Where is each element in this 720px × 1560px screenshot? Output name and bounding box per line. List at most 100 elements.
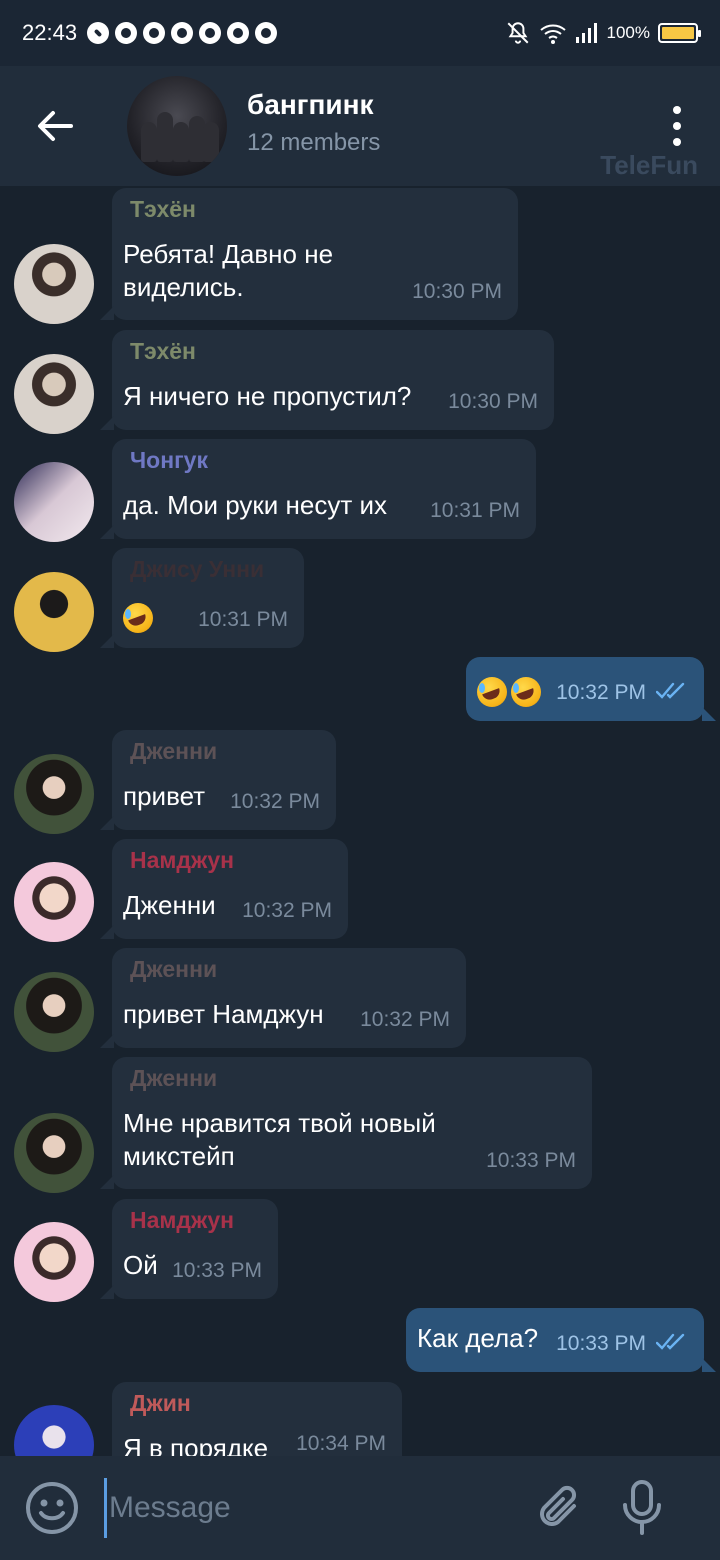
- sender-name[interactable]: Чонгук: [130, 447, 208, 474]
- message-line: виделись.: [123, 272, 244, 302]
- message-time: 10:30 PM: [412, 280, 502, 303]
- chrome-icon: [115, 22, 138, 44]
- sender-name[interactable]: Дженни: [130, 1065, 217, 1092]
- sender-avatar[interactable]: [14, 354, 94, 434]
- sender-name[interactable]: Тэхён: [130, 338, 196, 365]
- message-text: [477, 674, 545, 708]
- chrome-icon: [199, 22, 222, 44]
- bubble-tail: [100, 416, 114, 430]
- rofl-emoji-icon: [477, 677, 507, 708]
- sender-name[interactable]: Намджун: [130, 1207, 234, 1234]
- rofl-emoji-icon: [511, 677, 541, 708]
- bubble-tail: [100, 634, 114, 648]
- microphone-button[interactable]: [612, 1478, 672, 1538]
- outgoing-message[interactable]: 10:32 PM: [466, 657, 716, 721]
- microphone-icon: [623, 1480, 661, 1535]
- sender-avatar[interactable]: [14, 862, 94, 942]
- mute-icon: [507, 22, 528, 44]
- input-bar: [0, 1456, 720, 1560]
- signal-icon: [575, 23, 597, 43]
- message-time: 10:30 PM: [448, 390, 538, 413]
- message-time: 10:32 PM: [556, 681, 646, 704]
- sender-name[interactable]: Дженни: [130, 738, 217, 765]
- message-line: да. Мои руки несут их: [123, 490, 387, 520]
- chat-title: бангпинк: [247, 89, 374, 120]
- emoji-button[interactable]: [0, 1456, 104, 1560]
- bubble-tail: [100, 925, 114, 939]
- incoming-message[interactable]: Тэхён Ребята! Давно не виделись. 10:30 PM: [100, 188, 518, 320]
- sender-name[interactable]: Дженни: [130, 956, 217, 983]
- message-text: Дженни: [123, 889, 216, 922]
- message-time: 10:31 PM: [430, 499, 520, 522]
- more-menu-button[interactable]: [662, 106, 692, 146]
- header-text[interactable]: бангпинк 12 members: [247, 89, 381, 157]
- battery-percent: 100%: [606, 23, 650, 42]
- message-time: 10:33 PM: [172, 1259, 262, 1282]
- incoming-message[interactable]: Намджун Ой 10:33 PM: [100, 1199, 278, 1299]
- message-line: Ой: [123, 1250, 158, 1280]
- incoming-message[interactable]: Дженни привет 10:32 PM: [100, 730, 336, 830]
- notification-icons: [87, 22, 278, 44]
- read-checkmarks-icon: [656, 682, 685, 699]
- rofl-emoji-icon: [123, 603, 153, 634]
- message-time: 10:33 PM: [556, 1332, 646, 1355]
- attach-button[interactable]: [530, 1478, 590, 1538]
- incoming-message[interactable]: Дженни Мне нравится твой новый микстейп 10:…: [100, 1057, 592, 1189]
- chrome-icon: [171, 22, 194, 44]
- message-line: микстейп: [123, 1141, 235, 1171]
- chrome-icon: [143, 22, 166, 44]
- message-text: привет Намджун: [123, 998, 324, 1031]
- chrome-icon: [255, 22, 278, 44]
- message-text: Ой: [123, 1249, 158, 1282]
- member-count: 12 members: [247, 129, 381, 156]
- sender-avatar[interactable]: [14, 572, 94, 652]
- sender-name[interactable]: Джису Унни: [130, 556, 264, 583]
- bubble-tail: [100, 1034, 114, 1048]
- message-time: 10:32 PM: [230, 790, 320, 813]
- incoming-message[interactable]: Дженни привет Намджун 10:32 PM: [100, 948, 466, 1048]
- message-line: Мне нравится твой новый: [123, 1108, 436, 1138]
- chrome-icon: [227, 22, 250, 44]
- sender-avatar[interactable]: [14, 972, 94, 1052]
- message-time: 10:32 PM: [360, 1008, 450, 1031]
- wifi-icon: [539, 24, 566, 44]
- sender-name[interactable]: Тэхён: [130, 196, 196, 223]
- message-text: Как дела?: [417, 1322, 538, 1355]
- paperclip-icon: [540, 1485, 577, 1526]
- bubble-tail: [100, 816, 114, 830]
- outgoing-message[interactable]: Как дела? 10:33 PM: [406, 1308, 716, 1372]
- incoming-message[interactable]: Чонгук да. Мои руки несут их 10:31 PM: [100, 439, 536, 539]
- incoming-message[interactable]: Тэхён Я ничего не пропустил? 10:30 PM: [100, 330, 554, 430]
- group-avatar[interactable]: [127, 76, 227, 176]
- message-text: Я ничего не пропустил?: [123, 380, 411, 413]
- message-time: 10:32 PM: [242, 899, 332, 922]
- watermark: TeleFun: [600, 150, 698, 180]
- message-line: Я ничего не пропустил?: [123, 381, 412, 411]
- sender-avatar[interactable]: [14, 462, 94, 542]
- sender-avatar[interactable]: [14, 1113, 94, 1193]
- sender-name[interactable]: Намджун: [130, 847, 234, 874]
- sender-avatar[interactable]: [14, 754, 94, 834]
- message-time: 10:34 PM: [296, 1432, 386, 1455]
- message-text: да. Мои руки несут их: [123, 489, 387, 522]
- message-input[interactable]: [104, 1478, 504, 1538]
- bubble-tail: [100, 306, 114, 320]
- message-time: 10:33 PM: [486, 1149, 576, 1172]
- back-button[interactable]: [0, 66, 110, 186]
- status-time: 22:43: [22, 20, 78, 45]
- message-text: Ребята! Давно не виделись.: [123, 238, 333, 304]
- status-bar: 22:43 100%: [0, 0, 720, 66]
- incoming-message[interactable]: Джису Унни 10:31 PM: [100, 548, 304, 648]
- sender-name[interactable]: Джин: [130, 1390, 191, 1417]
- read-checkmarks-icon: [656, 1333, 685, 1350]
- message-time: 10:31 PM: [198, 608, 288, 631]
- incoming-message[interactable]: Намджун Дженни 10:32 PM: [100, 839, 348, 939]
- bubble-tail: [100, 525, 114, 539]
- status-right: 100%: [505, 20, 701, 46]
- message-line: Дженни: [123, 890, 216, 920]
- battery-fill: [662, 27, 694, 39]
- message-text: привет: [123, 780, 205, 813]
- sender-avatar[interactable]: [14, 244, 94, 324]
- bubble-tail: [100, 1175, 114, 1189]
- sender-avatar[interactable]: [14, 1222, 94, 1302]
